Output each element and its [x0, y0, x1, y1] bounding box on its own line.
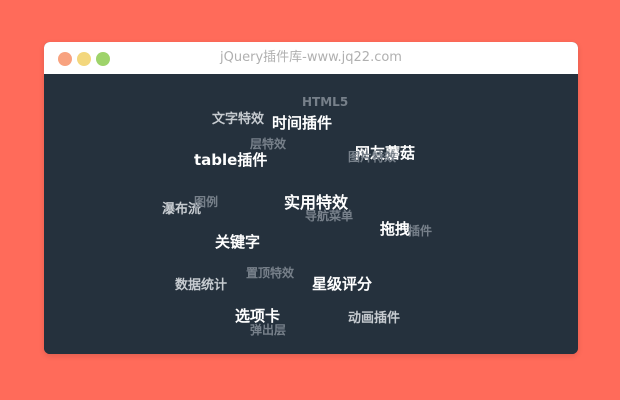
window-title: jQuery插件库-www.jq22.com: [220, 50, 402, 65]
tag-link[interactable]: 导航菜单: [305, 210, 353, 222]
tag-link[interactable]: 动画插件: [348, 312, 400, 325]
title-bar: jQuery插件库-www.jq22.com: [44, 42, 578, 74]
tag-link[interactable]: 关键字: [215, 235, 260, 250]
tag-link[interactable]: 层特效: [250, 138, 286, 150]
tag-link[interactable]: 插件: [408, 225, 432, 237]
tag-link[interactable]: HTML5: [302, 96, 348, 108]
tag-link[interactable]: 置顶特效: [246, 267, 294, 279]
tag-cloud: HTML5 文字特效 时间插件 层特效 table插件 网友蘑菇 图片特效 瀑布…: [44, 74, 578, 354]
tag-link[interactable]: 弹出层: [250, 324, 286, 336]
tag-link[interactable]: 选项卡: [235, 309, 280, 324]
tag-link[interactable]: 图片特效: [348, 151, 396, 163]
tag-link[interactable]: 图例: [194, 196, 218, 208]
tag-link[interactable]: 文字特效: [212, 113, 264, 126]
tag-link[interactable]: table插件: [194, 153, 267, 168]
tag-link[interactable]: 时间插件: [272, 116, 332, 131]
tag-link[interactable]: 星级评分: [312, 277, 372, 292]
tag-link[interactable]: 拖拽: [380, 222, 410, 237]
tag-link[interactable]: 数据统计: [175, 279, 227, 292]
browser-window: jQuery插件库-www.jq22.com HTML5 文字特效 时间插件 层…: [44, 42, 578, 354]
